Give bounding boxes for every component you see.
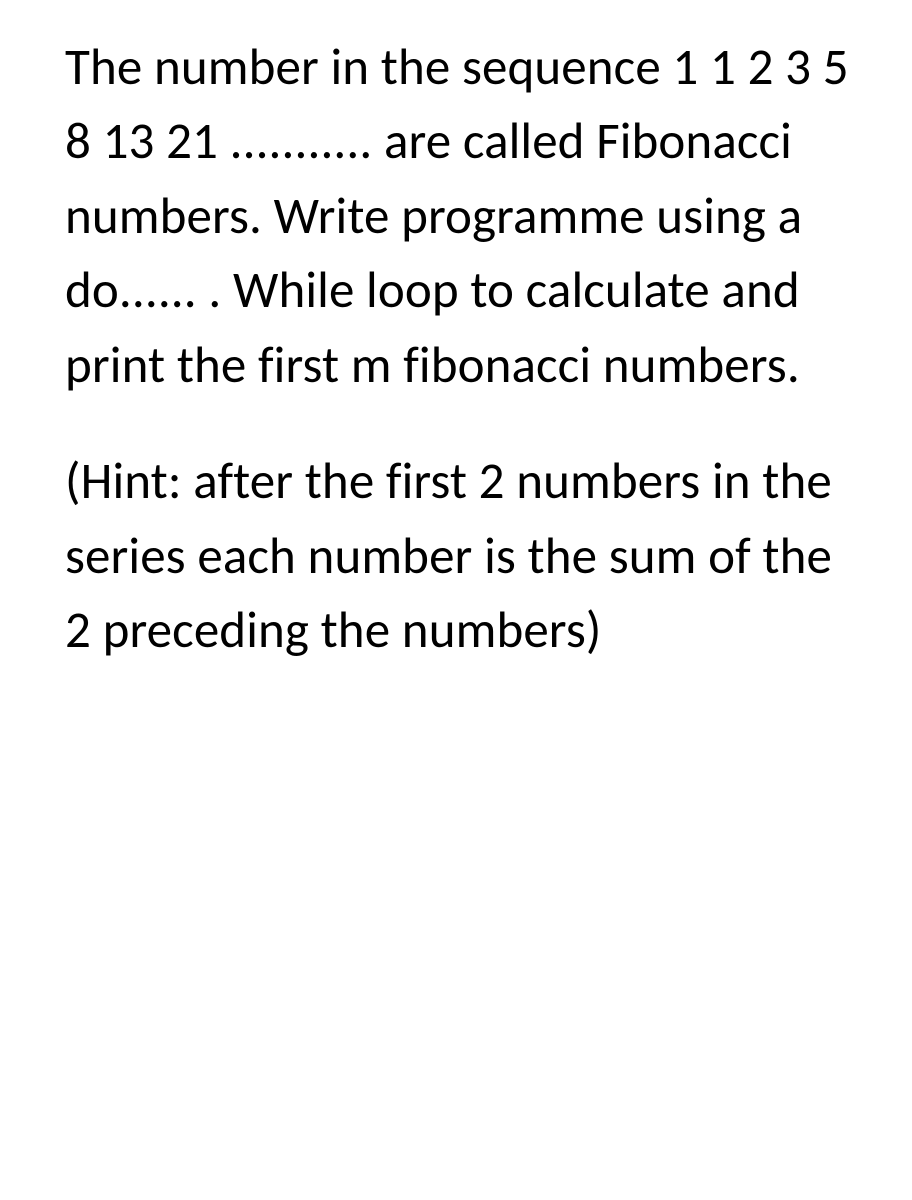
hint-paragraph: (Hint: after the first 2 numbers in the … <box>65 444 862 667</box>
question-paragraph: The number in the sequence 1 1 2 3 5 8 1… <box>65 30 862 402</box>
